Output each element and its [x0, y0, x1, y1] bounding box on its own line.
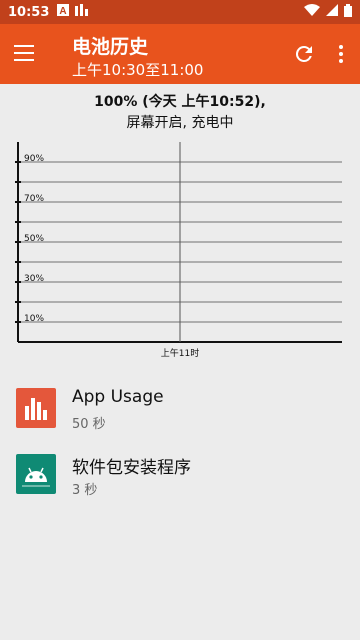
status-time: 10:53	[8, 4, 50, 20]
app-duration: 3 秒	[72, 483, 98, 498]
time-range: 上午10:30至11:00	[72, 61, 204, 79]
notification-a-icon: A	[57, 4, 70, 20]
signal-icon	[326, 4, 338, 20]
battery-state-text: 屏幕开启, 充电中	[126, 115, 234, 131]
app-list: App Usage 50 秒 软件包安装程序 3 秒	[0, 378, 360, 510]
list-item[interactable]: App Usage 50 秒	[0, 378, 360, 444]
list-item[interactable]: 软件包安装程序 3 秒	[0, 444, 360, 510]
app-usage-icon	[16, 388, 56, 428]
y-tick-label: 30%	[24, 274, 44, 284]
battery-level-text: 100% (今天 上午10:52),	[94, 94, 266, 110]
y-tick-label: 50%	[24, 234, 44, 244]
app-duration: 50 秒	[72, 417, 106, 432]
menu-icon[interactable]	[14, 40, 42, 68]
y-tick-label: 90%	[24, 154, 44, 164]
status-bar: 10:53 A	[0, 0, 360, 24]
app-name: App Usage	[72, 387, 164, 407]
page-title: 电池历史	[72, 36, 149, 58]
usage-notification-icon	[75, 4, 89, 20]
app-bar: 电池历史 上午10:30至11:00	[0, 24, 360, 84]
refresh-icon[interactable]	[292, 42, 316, 66]
more-options-icon[interactable]	[336, 42, 346, 66]
wifi-icon	[304, 4, 320, 20]
chart-svg: 90% 70% 50% 30% 10% 上午11时	[15, 142, 342, 359]
x-tick-label: 上午11时	[161, 347, 199, 359]
android-icon	[16, 454, 56, 494]
y-tick-label: 10%	[24, 314, 44, 324]
battery-icon	[344, 3, 352, 21]
y-tick-label: 70%	[24, 194, 44, 204]
svg-text:A: A	[60, 6, 67, 16]
battery-summary: 100% (今天 上午10:52), 屏幕开启, 充电中	[0, 92, 360, 134]
app-name: 软件包安装程序	[72, 458, 191, 478]
battery-chart: 90% 70% 50% 30% 10% 上午11时	[0, 136, 360, 366]
